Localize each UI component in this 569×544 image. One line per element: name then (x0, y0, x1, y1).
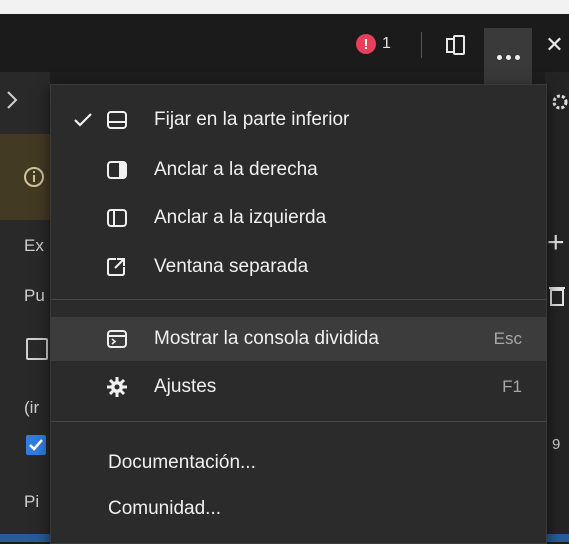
error-counter[interactable]: ! 1 (356, 32, 391, 56)
menu-item-split-console[interactable]: Mostrar la consola dividida Esc (51, 317, 546, 361)
info-icon (24, 167, 44, 187)
checkmark-icon (29, 439, 43, 451)
menu-item-shortcut: F1 (502, 377, 522, 396)
background-text: Pi (24, 492, 40, 511)
dock-bottom-icon (105, 108, 129, 132)
gear-icon (105, 375, 129, 399)
menu-item-label: Documentación... (108, 452, 256, 473)
toolbar-separator (421, 32, 422, 58)
dock-right-icon (105, 158, 129, 182)
menu-item-label: Comunidad... (108, 498, 222, 519)
error-icon: ! (356, 34, 376, 54)
background-checkbox (26, 338, 48, 360)
menu-item-label: Anclar a la izquierda (154, 207, 327, 228)
dot-icon (505, 54, 511, 60)
dock-left-icon (105, 206, 129, 230)
undock-window-icon (105, 255, 129, 279)
menu-divider (51, 421, 546, 422)
window-top-strip (0, 0, 569, 14)
chevron-right-icon (7, 91, 18, 109)
menu-divider (51, 299, 546, 300)
menu-item-settings[interactable]: Ajustes F1 (51, 365, 546, 409)
close-button[interactable]: ✕ (540, 30, 569, 60)
menu-item-label: Ajustes (154, 376, 217, 397)
menu-item-shortcut: Esc (493, 329, 522, 348)
menu-item-label: Mostrar la consola dividida (154, 328, 379, 349)
gear-icon (552, 94, 568, 110)
background-text: Pu (24, 286, 45, 305)
devtools-toolbar: ! 1 ✕ (0, 14, 569, 86)
background-text: 9 (552, 436, 561, 453)
close-icon: ✕ (545, 32, 564, 57)
menu-item-dock-left[interactable]: Anclar a la izquierda (51, 196, 546, 240)
menu-item-community[interactable]: Comunidad... (51, 487, 546, 531)
dot-icon (496, 54, 502, 60)
background-text: Ex (24, 236, 44, 255)
menu-item-label: Anclar a la derecha (154, 159, 318, 180)
more-options-menu: Fijar en la parte inferior Anclar a la d… (50, 84, 547, 544)
menu-item-documentation[interactable]: Documentación... (51, 441, 546, 485)
plus-icon: + (547, 226, 565, 259)
trash-icon (549, 287, 565, 306)
menu-item-dock-bottom[interactable]: Fijar en la parte inferior (51, 98, 546, 142)
menu-item-undock[interactable]: Ventana separada (51, 245, 546, 289)
device-toggle-icon (446, 35, 465, 55)
more-options-button[interactable] (484, 28, 532, 86)
dot-icon (514, 54, 520, 60)
background-text: (ir (24, 398, 40, 417)
error-count: 1 (382, 35, 391, 52)
menu-item-dock-right[interactable]: Anclar a la derecha (51, 148, 546, 192)
menu-item-label: Ventana separada (154, 256, 309, 277)
device-toolbar-button[interactable] (436, 30, 476, 60)
checkmark-icon (73, 98, 95, 142)
background-checkbox-checked (26, 435, 46, 455)
menu-item-label: Fijar en la parte inferior (154, 109, 350, 130)
console-icon (105, 327, 129, 351)
